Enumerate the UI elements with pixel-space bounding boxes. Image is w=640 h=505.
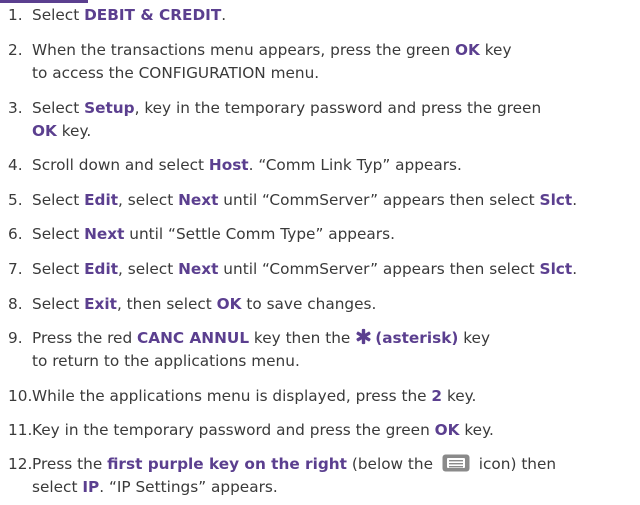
step-number: 11. bbox=[8, 421, 33, 439]
emphasized-term: Next bbox=[178, 191, 219, 209]
step-item: 1. Select DEBIT & CREDIT. bbox=[8, 4, 640, 27]
step-number: 1. bbox=[8, 6, 23, 24]
step-text: Press the first purple key on the right … bbox=[32, 454, 557, 496]
step-text: While the applications menu is displayed… bbox=[32, 387, 477, 405]
step-text: Key in the temporary password and press … bbox=[32, 421, 494, 439]
step-text: Select Next until “Settle Comm Type” app… bbox=[32, 225, 395, 243]
step-text: Scroll down and select Host. “Comm Link … bbox=[32, 156, 462, 174]
step-text: Select Exit, then select OK to save chan… bbox=[32, 295, 377, 313]
emphasized-term: 2 bbox=[431, 387, 443, 405]
emphasized-term: CANC ANNUL bbox=[137, 329, 250, 347]
emphasized-term: OK bbox=[434, 421, 460, 439]
emphasized-term: Edit bbox=[84, 260, 119, 278]
step-number: 12. bbox=[8, 455, 33, 473]
emphasized-term: Setup bbox=[84, 99, 135, 117]
step-text: Select Setup, key in the temporary passw… bbox=[32, 99, 542, 140]
emphasized-term: Slct bbox=[539, 191, 573, 209]
step-text: Select Edit, select Next until “CommServ… bbox=[32, 191, 578, 209]
keypad-icon bbox=[442, 454, 470, 472]
emphasized-term: Host bbox=[208, 156, 249, 174]
step-number: 7. bbox=[8, 260, 23, 278]
step-item: 12. Press the first purple key on the ri… bbox=[8, 453, 640, 499]
emphasized-term: OK bbox=[32, 122, 57, 140]
emphasized-term: OK bbox=[455, 41, 480, 59]
step-number: 5. bbox=[8, 191, 23, 209]
step-number: 3. bbox=[8, 99, 23, 117]
emphasized-term: Next bbox=[178, 260, 219, 278]
step-number: 9. bbox=[8, 329, 23, 347]
step-item: 8. Select Exit, then select OK to save c… bbox=[8, 293, 640, 316]
step-item: 7. Select Edit, select Next until “CommS… bbox=[8, 258, 640, 281]
asterisk-icon bbox=[356, 328, 371, 345]
step-number: 2. bbox=[8, 41, 23, 59]
header-accent-bar bbox=[0, 0, 88, 3]
step-item: 9. Press the red CANC ANNUL key then the… bbox=[8, 327, 640, 373]
emphasized-term: DEBIT & CREDIT bbox=[84, 6, 222, 24]
emphasized-term: first purple key on the right bbox=[107, 455, 347, 473]
step-text: Select Edit, select Next until “CommServ… bbox=[32, 260, 578, 278]
step-item: 5. Select Edit, select Next until “CommS… bbox=[8, 189, 640, 212]
step-text: Select DEBIT & CREDIT. bbox=[32, 6, 227, 24]
step-item: 3. Select Setup, key in the temporary pa… bbox=[8, 97, 640, 143]
emphasized-term: IP bbox=[82, 478, 100, 496]
step-number: 6. bbox=[8, 225, 23, 243]
step-number: 4. bbox=[8, 156, 23, 174]
emphasized-term: Edit bbox=[84, 191, 119, 209]
emphasized-term: Next bbox=[84, 225, 125, 243]
step-number: 10. bbox=[8, 387, 33, 405]
emphasized-term: Slct bbox=[539, 260, 573, 278]
step-text: Press the red CANC ANNUL key then the (a… bbox=[32, 328, 491, 370]
step-text: When the transactions menu appears, pres… bbox=[32, 41, 512, 82]
step-number: 8. bbox=[8, 295, 23, 313]
step-item: 4. Scroll down and select Host. “Comm Li… bbox=[8, 154, 640, 177]
emphasized-term: (asterisk) bbox=[375, 329, 459, 347]
step-item: 6. Select Next until “Settle Comm Type” … bbox=[8, 223, 640, 246]
step-item: 2. When the transactions menu appears, p… bbox=[8, 39, 640, 85]
emphasized-term: OK bbox=[216, 295, 242, 313]
emphasized-term: Exit bbox=[84, 295, 117, 313]
step-item: 11. Key in the temporary password and pr… bbox=[8, 419, 640, 442]
step-item: 10. While the applications menu is displ… bbox=[8, 385, 640, 408]
